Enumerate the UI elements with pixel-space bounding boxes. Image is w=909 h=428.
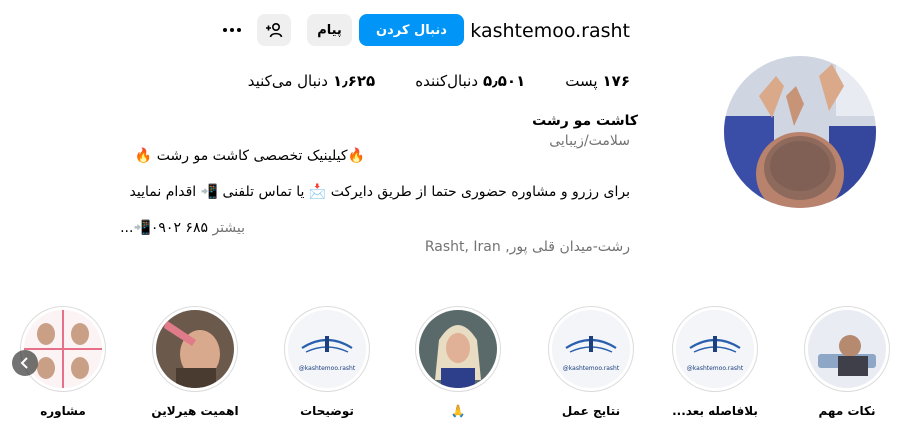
highlight-label: توضیحات xyxy=(300,404,354,418)
category-label: سلامت/زیبایی xyxy=(549,133,630,149)
bio-line-2: برای رزرو و مشاوره حضوری حتما از طریق دا… xyxy=(129,184,630,200)
highlight-logo-text: @kashtemoo.rasht xyxy=(299,365,356,372)
profile-stats: ۱۷۶ پست ۵٫۵۰۱ دنبال‌کننده ۱٫۶۲۵ دنبال می… xyxy=(248,72,630,90)
highlight-cover: @kashtemoo.rasht xyxy=(676,310,754,388)
username: kashtemoo.rasht xyxy=(470,20,630,42)
bio-line-3-text: ۶۸۵ ۰۹۰۲📲... xyxy=(120,220,208,236)
suggest-user-button[interactable] xyxy=(257,14,291,46)
following-label: دنبال می‌کنید xyxy=(247,72,328,90)
highlight-cover xyxy=(419,310,497,388)
full-name: کاشت مو رشت xyxy=(532,113,638,129)
followers-label: دنبال‌کننده xyxy=(415,72,478,90)
highlight-item[interactable]: 🙏 xyxy=(413,306,503,418)
add-user-icon xyxy=(266,22,283,38)
highlight-label: نکات مهم xyxy=(818,404,876,418)
message-button[interactable]: پیام xyxy=(307,14,352,46)
previous-highlights-button[interactable] xyxy=(12,350,38,376)
highlight-cover xyxy=(808,310,886,388)
following-count: ۱٫۶۲۵ xyxy=(332,72,376,90)
highlight-item[interactable]: @kashtemoo.rasht بلافاصله بعد... xyxy=(670,306,760,418)
posts-count: ۱۷۶ xyxy=(602,72,630,90)
location: رشت-میدان قلی پور, Rasht, Iran xyxy=(424,239,630,255)
highlight-cover: @kashtemoo.rasht xyxy=(288,310,366,388)
highlight-label: مشاوره xyxy=(40,404,86,418)
posts-stat: ۱۷۶ پست xyxy=(565,72,630,90)
highlight-label: 🙏 xyxy=(450,404,466,418)
highlight-logo-text: @kashtemoo.rasht xyxy=(687,365,744,372)
highlight-label: اهمیت هیرلاین xyxy=(151,404,239,418)
highlight-label: نتایج عمل xyxy=(561,404,621,418)
highlight-item[interactable]: @kashtemoo.rasht توضیحات xyxy=(282,306,372,418)
highlight-logo-text: @kashtemoo.rasht xyxy=(563,365,620,372)
more-link[interactable]: بیشتر xyxy=(212,220,245,236)
highlight-label: بلافاصله بعد... xyxy=(672,404,758,418)
bio-line-1: 🔥کیلینیک تخصصی کاشت مو رشت 🔥 xyxy=(134,148,365,164)
highlight-cover: @kashtemoo.rasht xyxy=(552,310,630,388)
bio-line-3: بیشتر ۶۸۵ ۰۹۰۲📲... xyxy=(120,220,245,236)
highlight-item[interactable]: @kashtemoo.rasht نتایج عمل xyxy=(546,306,636,418)
highlight-item[interactable]: اهمیت هیرلاین xyxy=(150,306,240,418)
followers-count: ۵٫۵۰۱ xyxy=(483,72,526,90)
followers-stat[interactable]: ۵٫۵۰۱ دنبال‌کننده xyxy=(415,72,525,90)
following-stat[interactable]: ۱٫۶۲۵ دنبال می‌کنید xyxy=(248,72,375,90)
follow-button[interactable]: دنبال کردن xyxy=(359,14,464,46)
avatar[interactable] xyxy=(724,56,876,208)
posts-label: پست xyxy=(565,72,598,90)
highlight-cover xyxy=(24,310,102,388)
highlight-item[interactable]: نکات مهم xyxy=(802,306,892,418)
more-options-icon[interactable] xyxy=(216,18,248,42)
chevron-left-icon xyxy=(20,357,28,369)
highlight-cover xyxy=(156,310,234,388)
